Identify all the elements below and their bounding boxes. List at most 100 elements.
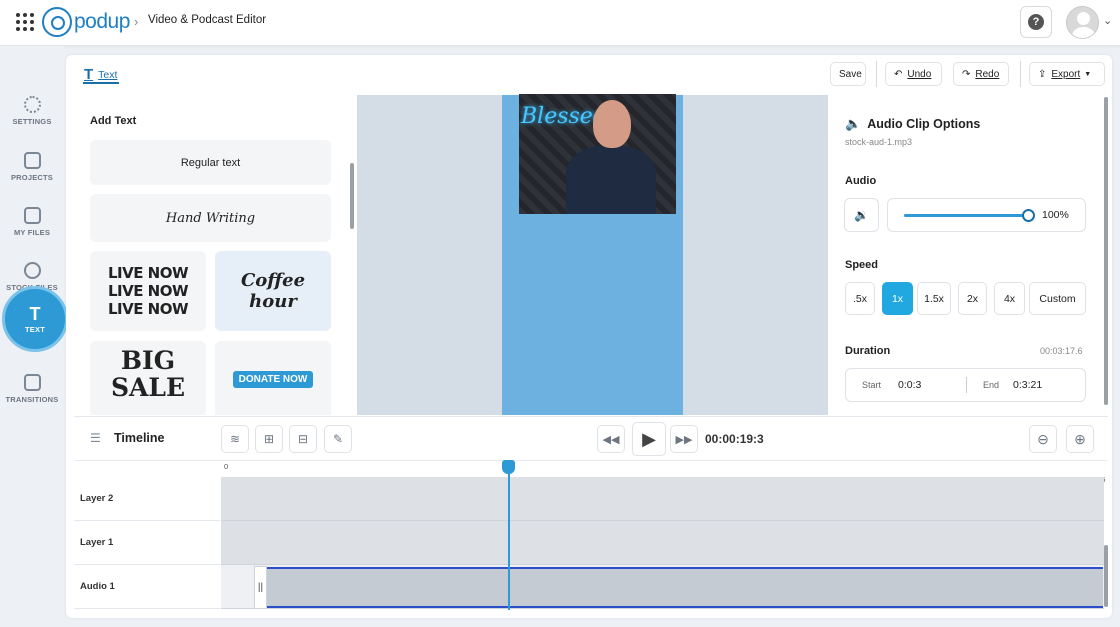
speed-option-button[interactable]: 1x (882, 282, 913, 315)
speed-option-button[interactable]: 2x (958, 282, 987, 315)
sidebar-item-label: PROJECTS (10, 173, 54, 182)
speaker-icon: 🔈 (845, 116, 862, 131)
track-layer-2[interactable]: Layer 2 ⋮ (74, 477, 289, 521)
text-icon: T (29, 303, 41, 324)
track-layer-1[interactable]: Layer 1 ⋮ (74, 521, 289, 565)
speed-option-button[interactable]: 1.5x (917, 282, 951, 315)
duration-label: Duration (845, 345, 891, 357)
clip-trim-handle[interactable]: || (254, 566, 267, 609)
apps-grid-icon[interactable] (16, 13, 34, 31)
start-label: Start (862, 380, 882, 390)
sidebar-item-stock-files[interactable]: STOCK FILES (0, 242, 64, 292)
panel-title: Audio Clip Options (867, 117, 981, 131)
playhead-handle[interactable] (502, 460, 515, 474)
volume-control: 100% (887, 198, 1086, 232)
text-panel-scrollbar[interactable] (350, 163, 354, 229)
tab-text[interactable]: T Text (84, 66, 117, 83)
text-panel: Add Text Regular text Hand Writing LIVE … (74, 95, 357, 415)
rewind-icon: ◀◀ (602, 433, 620, 446)
track-label: Layer 1 (80, 537, 114, 548)
range-divider (966, 377, 967, 393)
trim-icon: ⊟ (297, 432, 309, 446)
help-icon: ? (1028, 14, 1044, 30)
track-lane-layer-1[interactable] (221, 521, 1104, 565)
transitions-icon (23, 374, 41, 391)
person-body (566, 146, 656, 214)
preset-label: Coffee hour (240, 270, 306, 312)
top-bar: podup › Video & Podcast Editor ? ⌄ (0, 0, 1120, 46)
export-button[interactable]: ⇪ Export ▼ (1029, 62, 1105, 86)
text-preset-handwriting[interactable]: Hand Writing (90, 194, 331, 242)
current-time: 00:00:19:3 (705, 432, 764, 446)
timeline-toolbar: ☰ Timeline ≋ ⊞ ⊟ ✎ ◀◀ ▶ ▶▶ 00:00:19:3 ⊖ … (74, 416, 1108, 460)
zoom-in-icon: ⊕ (1074, 430, 1086, 447)
text-preset-donate[interactable]: DONATE NOW (215, 341, 331, 415)
volume-value: 100% (1042, 209, 1069, 221)
preset-label: Hand Writing (165, 210, 256, 226)
logo-text: podup (74, 10, 130, 33)
zoom-out-button[interactable]: ⊖ (1029, 425, 1057, 453)
zoom-out-icon: ⊖ (1037, 430, 1049, 447)
sidebar-item-settings[interactable]: SETTINGS (0, 76, 64, 126)
save-button[interactable]: Save (830, 62, 866, 86)
undo-icon: ↶ (894, 68, 903, 80)
edit-button[interactable]: ✎ (324, 425, 352, 453)
text-preset-regular[interactable]: Regular text (90, 140, 331, 185)
toolbar-divider (876, 61, 877, 87)
track-lane-layer-2[interactable] (221, 477, 1104, 521)
video-preview[interactable]: Blessed (519, 94, 676, 214)
avatar[interactable] (1066, 6, 1099, 39)
speed-option-button[interactable]: Custom (1029, 282, 1086, 315)
volume-fill (904, 214, 1028, 217)
split-button[interactable]: ⊞ (255, 425, 283, 453)
podup-logo[interactable]: podup (42, 6, 130, 38)
panel-header: 🔈 Audio Clip Options (845, 116, 980, 132)
sidebar-item-my-files[interactable]: MY FILES (0, 187, 64, 237)
sidebar-item-projects[interactable]: PROJECTS (0, 132, 64, 182)
timeline-icon: ☰ (90, 431, 101, 445)
help-button[interactable]: ? (1020, 6, 1052, 38)
options-panel-scrollbar[interactable] (1104, 97, 1108, 405)
end-input[interactable]: 0:3:21 (1013, 379, 1042, 391)
audio-clip-options-panel: 🔈 Audio Clip Options stock-aud-1.mp3 Aud… (828, 95, 1104, 415)
timeline-scrollbar[interactable] (1104, 545, 1108, 607)
breadcrumb: Video & Podcast Editor (148, 14, 267, 26)
start-input[interactable]: 0:0:3 (898, 379, 921, 391)
speed-label: Speed (845, 259, 879, 271)
panel-title: Add Text (90, 115, 137, 127)
undo-label: Undo (907, 68, 932, 80)
sidebar-item-text[interactable]: T TEXT (2, 286, 68, 352)
play-button[interactable]: ▶ (632, 422, 666, 456)
speed-option-button[interactable]: .5x (845, 282, 875, 315)
fast-forward-icon: ▶▶ (675, 433, 693, 446)
breadcrumb-chevron-icon: › (134, 14, 139, 29)
myfiles-icon (23, 207, 41, 224)
volume-slider-handle[interactable] (1022, 209, 1035, 222)
duration-range: Start 0:0:3 End 0:3:21 (845, 368, 1086, 402)
cloud-icon (23, 262, 41, 279)
mute-button[interactable]: 🔉 (844, 198, 879, 232)
track-audio-1[interactable]: Audio 1 ⋮ (74, 565, 289, 609)
redo-label: Redo (975, 68, 1000, 80)
audio-filename: stock-aud-1.mp3 (845, 137, 913, 147)
text-preset-coffee-hour[interactable]: Coffee hour (215, 251, 331, 331)
chevron-down-icon[interactable]: ⌄ (1103, 14, 1112, 27)
volume-track[interactable] (904, 214, 1028, 217)
text-preset-big-sale[interactable]: BIG SALE (90, 341, 206, 415)
trim-button[interactable]: ⊟ (289, 425, 317, 453)
undo-button[interactable]: ↶ Undo (885, 62, 942, 86)
tab-text-label: Text (98, 68, 118, 81)
projects-icon (23, 152, 41, 169)
speed-option-button[interactable]: 4x (994, 282, 1025, 315)
text-preset-live-now[interactable]: LIVE NOW LIVE NOW LIVE NOW (90, 251, 206, 331)
chevron-down-icon: ▼ (1084, 70, 1092, 78)
layers-icon: ≋ (229, 432, 241, 446)
redo-button[interactable]: ↷ Redo (953, 62, 1009, 86)
rewind-button[interactable]: ◀◀ (597, 425, 625, 453)
audio-clip[interactable] (266, 567, 1103, 608)
zoom-in-button[interactable]: ⊕ (1066, 425, 1094, 453)
fast-forward-button[interactable]: ▶▶ (670, 425, 698, 453)
sidebar-item-label: SETTINGS (12, 117, 52, 126)
sidebar-item-transitions[interactable]: TRANSITIONS (0, 354, 64, 404)
layers-button[interactable]: ≋ (221, 425, 249, 453)
